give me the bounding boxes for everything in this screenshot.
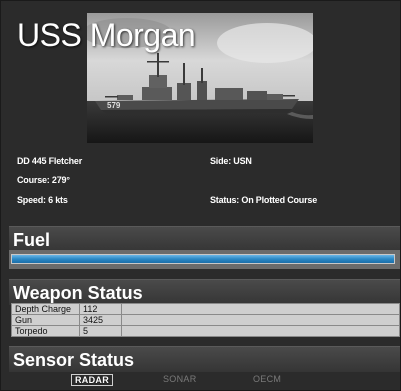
weapon-section-header: Weapon Status bbox=[9, 279, 400, 305]
ship-speed: Speed: 6 kts bbox=[17, 195, 68, 205]
ship-info-panel: 579 USS Morgan DD 445 Fletcher Side: USN… bbox=[0, 0, 401, 391]
fuel-section-header: Fuel bbox=[9, 226, 400, 252]
table-row: Gun 3425 bbox=[11, 314, 400, 326]
weapon-extra bbox=[121, 314, 400, 326]
sensor-title: Sensor Status bbox=[13, 350, 135, 370]
sensor-section-header: Sensor Status bbox=[9, 346, 400, 372]
hull-number: 579 bbox=[107, 101, 121, 110]
ship-designation: DD 445 Fletcher bbox=[17, 156, 83, 166]
weapon-name: Torpedo bbox=[11, 325, 80, 337]
fuel-bar bbox=[11, 254, 395, 264]
ship-status: Status: On Plotted Course bbox=[210, 195, 318, 205]
table-row: Torpedo 5 bbox=[11, 325, 400, 337]
fuel-bar-fill bbox=[12, 255, 394, 263]
weapon-name: Gun bbox=[11, 314, 80, 326]
fuel-title: Fuel bbox=[13, 230, 51, 250]
table-row: Depth Charge 112 bbox=[11, 303, 400, 315]
ship-course: Course: 279° bbox=[17, 175, 70, 185]
weapon-extra bbox=[121, 303, 400, 315]
weapon-count: 112 bbox=[79, 303, 122, 315]
ship-side: Side: USN bbox=[210, 156, 252, 166]
weapon-count: 3425 bbox=[79, 314, 122, 326]
ship-name-title: USS Morgan bbox=[17, 17, 196, 53]
sensor-sonar-toggle[interactable]: SONAR bbox=[163, 374, 197, 384]
sensor-oecm-toggle[interactable]: OECM bbox=[253, 374, 281, 384]
weapon-count: 5 bbox=[79, 325, 122, 337]
sensor-radar-toggle[interactable]: RADAR bbox=[71, 374, 113, 386]
weapon-name: Depth Charge bbox=[11, 303, 80, 315]
weapon-extra bbox=[121, 325, 400, 337]
weapon-title: Weapon Status bbox=[13, 283, 143, 303]
weapon-table: Depth Charge 112 Gun 3425 Torpedo 5 bbox=[11, 303, 400, 337]
